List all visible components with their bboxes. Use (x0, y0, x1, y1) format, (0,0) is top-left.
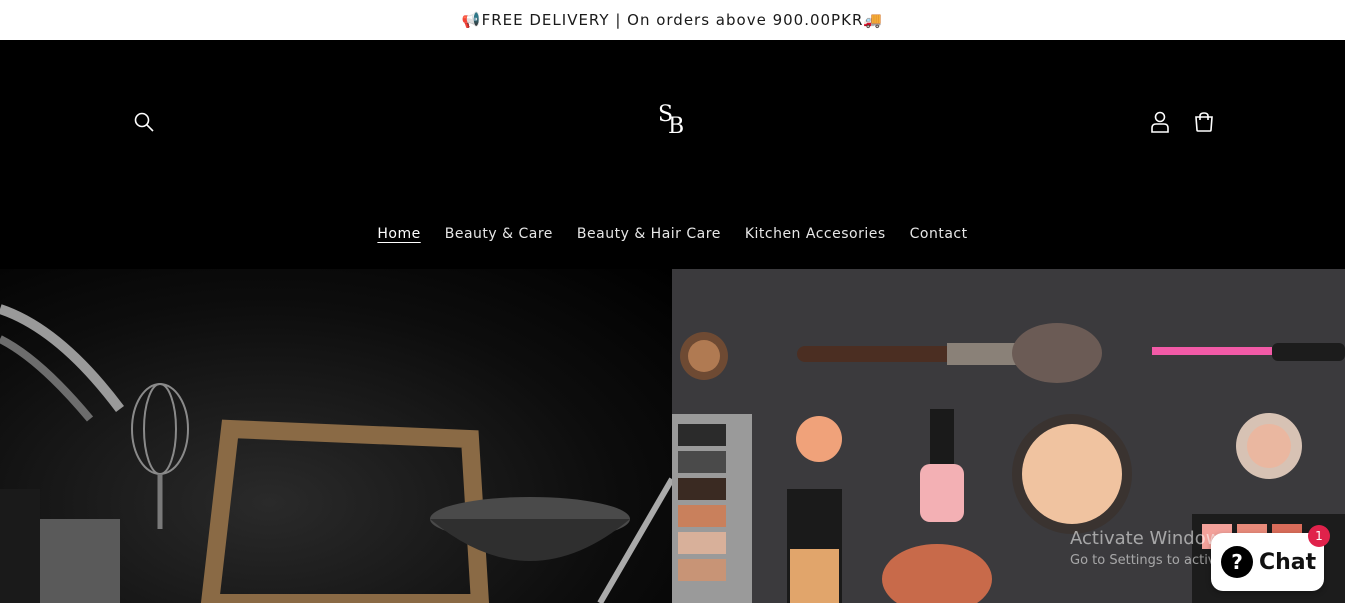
site-logo[interactable]: S B (652, 102, 692, 144)
chat-badge: 1 (1308, 525, 1330, 547)
account-icon (1151, 111, 1169, 133)
delivery-truck-icon: 🚚 (863, 11, 884, 29)
main-navigation: Home Beauty & Care Beauty & Hair Care Ki… (0, 226, 1345, 248)
nav-contact[interactable]: Contact (910, 226, 968, 248)
site-header: S B Home Beauty & Care Beauty & Hair Car… (0, 40, 1345, 269)
cart-button[interactable] (1191, 109, 1217, 135)
cart-icon (1195, 112, 1213, 132)
search-button[interactable] (131, 109, 157, 135)
chat-widget-button[interactable]: ? Chat 1 (1211, 525, 1330, 591)
nav-beauty-hair-care[interactable]: Beauty & Hair Care (577, 226, 721, 248)
logo-letter-b: B (668, 114, 685, 139)
kitchen-utensils-image[interactable] (0, 269, 672, 603)
megaphone-icon: 📢 (461, 11, 482, 29)
search-icon (134, 112, 154, 132)
account-button[interactable] (1147, 109, 1173, 135)
announcement-text: FREE DELIVERY | On orders above 900.00PK… (481, 11, 864, 29)
nav-home[interactable]: Home (377, 226, 420, 248)
announcement-bar: 📢 FREE DELIVERY | On orders above 900.00… (0, 0, 1345, 40)
nav-kitchen-accessories[interactable]: Kitchen Accesories (745, 226, 886, 248)
question-icon: ? (1221, 546, 1253, 578)
nav-beauty-care[interactable]: Beauty & Care (445, 226, 553, 248)
chat-label: Chat (1259, 549, 1317, 575)
